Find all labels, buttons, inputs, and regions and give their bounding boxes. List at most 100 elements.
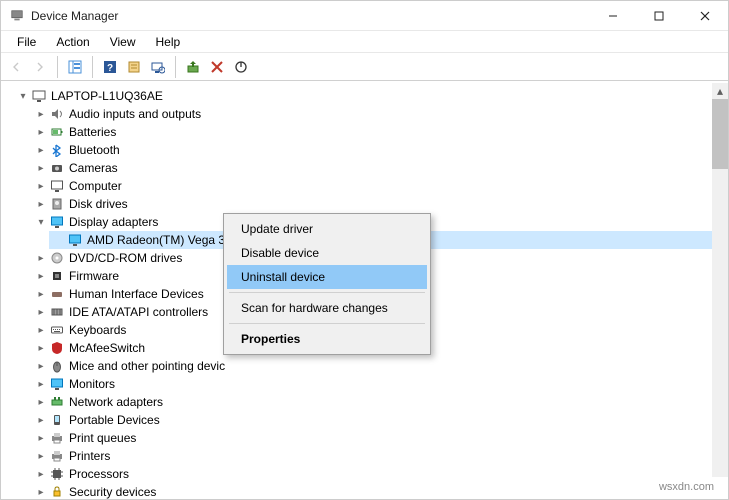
expand-icon[interactable]: ▸ <box>35 288 47 300</box>
category-label: DVD/CD-ROM drives <box>69 251 182 265</box>
expand-icon[interactable]: ▸ <box>35 486 47 498</box>
category-label: Network adapters <box>69 395 163 409</box>
category-icon <box>49 394 65 410</box>
expand-icon[interactable]: ▸ <box>35 360 47 372</box>
category-label: Portable Devices <box>69 413 160 427</box>
expand-icon[interactable]: ▸ <box>35 144 47 156</box>
collapse-icon[interactable]: ▾ <box>35 216 47 228</box>
category-mice-and-other-pointing-devic[interactable]: ▸Mice and other pointing devic <box>31 357 728 375</box>
disable-button[interactable] <box>230 56 252 78</box>
expand-icon[interactable]: ▸ <box>35 252 47 264</box>
category-label: Bluetooth <box>69 143 120 157</box>
category-icon <box>49 322 65 338</box>
menu-help[interactable]: Help <box>148 33 189 51</box>
expand-icon[interactable]: ▸ <box>35 270 47 282</box>
category-label: Monitors <box>69 377 115 391</box>
category-icon <box>49 160 65 176</box>
svg-text:?: ? <box>107 63 113 74</box>
scan-hardware-button[interactable] <box>147 56 169 78</box>
help-button[interactable]: ? <box>99 56 121 78</box>
ctx-disable-device[interactable]: Disable device <box>227 241 427 265</box>
category-label: Printers <box>69 449 110 463</box>
maximize-button[interactable] <box>636 1 682 31</box>
scrollbar-thumb[interactable] <box>712 99 728 169</box>
uninstall-button[interactable] <box>206 56 228 78</box>
category-icon <box>49 304 65 320</box>
category-icon <box>49 196 65 212</box>
category-icon <box>49 358 65 374</box>
category-bluetooth[interactable]: ▸ Bluetooth <box>31 141 728 159</box>
category-computer[interactable]: ▸ Computer <box>31 177 728 195</box>
category-icon <box>49 376 65 392</box>
category-icon <box>49 448 65 464</box>
expand-icon[interactable]: ▸ <box>35 306 47 318</box>
ctx-separator <box>229 292 425 293</box>
scrollbar-vertical[interactable]: ▴ <box>712 83 728 477</box>
menu-action[interactable]: Action <box>48 33 97 51</box>
menu-view[interactable]: View <box>102 33 144 51</box>
category-icon <box>49 466 65 482</box>
category-label: Cameras <box>69 161 118 175</box>
expand-icon[interactable]: ▸ <box>35 342 47 354</box>
category-icon <box>49 340 65 356</box>
expand-icon[interactable]: ▸ <box>35 198 47 210</box>
computer-root[interactable]: ▾ LAPTOP-L1UQ36AE <box>13 87 728 105</box>
window-title: Device Manager <box>31 9 118 23</box>
ctx-uninstall-device[interactable]: Uninstall device <box>227 265 427 289</box>
category-print-queues[interactable]: ▸ Print queues <box>31 429 728 447</box>
menu-bar: File Action View Help <box>1 31 728 53</box>
expand-icon[interactable]: ▸ <box>35 162 47 174</box>
properties-button[interactable] <box>123 56 145 78</box>
category-processors[interactable]: ▸ Processors <box>31 465 728 483</box>
category-portable-devices[interactable]: ▸ Portable Devices <box>31 411 728 429</box>
forward-button <box>29 56 51 78</box>
category-printers[interactable]: ▸ Printers <box>31 447 728 465</box>
expand-icon[interactable]: ▸ <box>35 180 47 192</box>
expand-icon[interactable]: ▸ <box>35 108 47 120</box>
ctx-properties[interactable]: Properties <box>227 327 427 351</box>
category-label: Computer <box>69 179 122 193</box>
show-hide-tree-button[interactable] <box>64 56 86 78</box>
category-network-adapters[interactable]: ▸ Network adapters <box>31 393 728 411</box>
collapse-icon[interactable]: ▾ <box>17 90 29 102</box>
category-cameras[interactable]: ▸ Cameras <box>31 159 728 177</box>
category-batteries[interactable]: ▸ Batteries <box>31 123 728 141</box>
category-icon <box>49 178 65 194</box>
category-disk-drives[interactable]: ▸Disk drives <box>31 195 728 213</box>
category-label: Keyboards <box>69 323 126 337</box>
category-icon <box>49 250 65 266</box>
expand-icon[interactable]: ▸ <box>35 126 47 138</box>
category-icon <box>49 124 65 140</box>
category-audio-inputs-and-outputs[interactable]: ▸ Audio inputs and outputs <box>31 105 728 123</box>
category-label: Security devices <box>69 485 156 499</box>
back-button <box>5 56 27 78</box>
update-driver-button[interactable] <box>182 56 204 78</box>
ctx-scan-hardware[interactable]: Scan for hardware changes <box>227 296 427 320</box>
expand-icon[interactable]: ▸ <box>35 450 47 462</box>
computer-icon <box>31 88 47 104</box>
menu-file[interactable]: File <box>9 33 44 51</box>
category-label: Print queues <box>69 431 136 445</box>
expand-icon[interactable]: ▸ <box>35 324 47 336</box>
category-label: IDE ATA/ATAPI controllers <box>69 305 208 319</box>
category-label: Audio inputs and outputs <box>69 107 201 121</box>
expand-icon[interactable]: ▸ <box>35 432 47 444</box>
context-menu: Update driver Disable device Uninstall d… <box>223 213 431 355</box>
category-security-devices[interactable]: ▸ Security devices <box>31 483 728 499</box>
category-label: Batteries <box>69 125 116 139</box>
expand-icon[interactable]: ▸ <box>35 468 47 480</box>
category-label: Processors <box>69 467 129 481</box>
device-manager-icon <box>9 8 25 24</box>
scroll-up-icon[interactable]: ▴ <box>712 83 728 99</box>
leaf-spacer <box>53 234 65 246</box>
ctx-update-driver[interactable]: Update driver <box>227 217 427 241</box>
minimize-button[interactable] <box>590 1 636 31</box>
category-icon <box>49 286 65 302</box>
category-monitors[interactable]: ▸ Monitors <box>31 375 728 393</box>
expand-icon[interactable]: ▸ <box>35 396 47 408</box>
category-icon <box>49 106 65 122</box>
titlebar: Device Manager <box>1 1 728 31</box>
expand-icon[interactable]: ▸ <box>35 414 47 426</box>
close-button[interactable] <box>682 1 728 31</box>
expand-icon[interactable]: ▸ <box>35 378 47 390</box>
